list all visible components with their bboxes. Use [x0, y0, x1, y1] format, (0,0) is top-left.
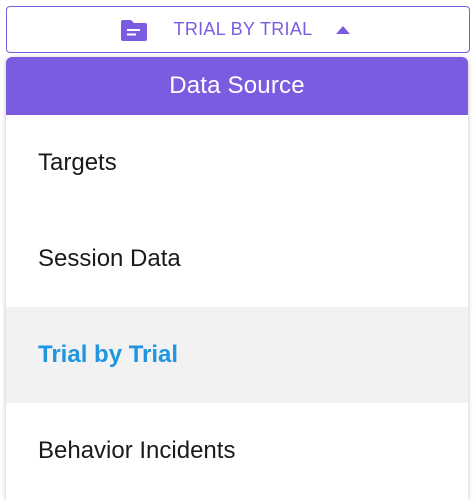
menu-item-targets[interactable]: Targets — [6, 115, 468, 211]
selector-label: TRIAL BY TRIAL — [173, 19, 313, 39]
menu-item-trial-by-trial[interactable]: Trial by Trial — [6, 307, 468, 403]
caret-up-icon — [336, 25, 351, 34]
data-source-selector-button[interactable]: TRIAL BY TRIAL — [6, 6, 470, 53]
folder-icon — [120, 18, 148, 42]
dropdown-header: Data Source — [6, 57, 468, 115]
menu-item-session-data[interactable]: Session Data — [6, 211, 468, 307]
menu-list: Targets Session Data Trial by Trial Beha… — [6, 115, 468, 499]
page: TRIAL BY TRIAL Data Source Targets Sessi… — [0, 0, 474, 500]
data-source-dropdown: Data Source Targets Session Data Trial b… — [6, 57, 468, 500]
menu-item-behavior-incidents[interactable]: Behavior Incidents — [6, 403, 468, 499]
